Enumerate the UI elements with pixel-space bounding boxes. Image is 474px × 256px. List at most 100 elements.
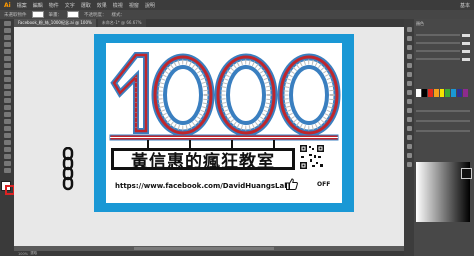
tools-panel xyxy=(0,19,15,256)
swatch-red[interactable] xyxy=(427,89,433,97)
gradient-tool-icon[interactable] xyxy=(3,119,11,124)
digit-zero-glyph-2 xyxy=(214,53,278,137)
color-panel-icon[interactable] xyxy=(406,27,412,32)
chain-link-icon xyxy=(62,147,74,191)
menu-effect[interactable]: 效果 xyxy=(97,2,107,9)
line-tool-icon[interactable] xyxy=(3,56,11,61)
thumbs-up-icon xyxy=(286,178,298,190)
stroke-swatch[interactable] xyxy=(67,11,79,18)
swatch-green[interactable] xyxy=(445,89,451,97)
menu-file[interactable]: 檔案 xyxy=(17,2,27,9)
type-tool-icon[interactable] xyxy=(3,49,11,54)
swatch-indigo[interactable] xyxy=(457,89,463,97)
graphic-styles-panel-icon[interactable] xyxy=(406,99,412,104)
blend-tool-icon[interactable] xyxy=(3,133,11,138)
canvas-area[interactable]: 黃信惠的瘋狂教室 https://www.facebook.com/DavidH… xyxy=(14,27,404,251)
panel-option-row-2[interactable] xyxy=(416,119,470,123)
menu-window[interactable]: 視窗 xyxy=(129,2,139,9)
menu-type[interactable]: 文字 xyxy=(65,2,75,9)
rotate-tool-icon[interactable] xyxy=(3,84,11,89)
zoom-tool-icon[interactable] xyxy=(3,168,11,173)
gradient-stop-black[interactable] xyxy=(461,168,472,179)
symbols-panel-icon[interactable] xyxy=(406,54,412,59)
artboard[interactable]: 黃信惠的瘋狂教室 https://www.facebook.com/DavidH… xyxy=(94,34,354,212)
menu-select[interactable]: 選取 xyxy=(81,2,91,9)
selection-tool-icon[interactable] xyxy=(3,21,11,26)
off-label: OFF xyxy=(317,181,331,188)
swatch-purple[interactable] xyxy=(463,89,469,97)
menu-help[interactable]: 說明 xyxy=(145,2,155,9)
big-number-artwork xyxy=(109,52,341,148)
transform-panel-icon[interactable] xyxy=(406,126,412,131)
scale-tool-icon[interactable] xyxy=(3,91,11,96)
right-panel-dock: 顏色 xyxy=(404,19,474,256)
scrollbar-thumb[interactable] xyxy=(134,247,274,250)
direct-selection-tool-icon[interactable] xyxy=(3,28,11,33)
paragraph-panel-icon[interactable] xyxy=(406,162,412,167)
color-panel-header: 顏色 xyxy=(416,21,424,26)
graph-tool-icon[interactable] xyxy=(3,147,11,152)
swatch-row xyxy=(416,89,469,99)
artboard-tool-icon[interactable] xyxy=(3,154,11,159)
menu-object[interactable]: 物件 xyxy=(49,2,59,9)
symbol-sprayer-tool-icon[interactable] xyxy=(3,140,11,145)
panel-icon-strip xyxy=(404,19,414,256)
panel-option-row-3[interactable] xyxy=(416,129,470,133)
digit-zero-glyph-3 xyxy=(277,53,341,137)
tab-document-1[interactable]: Facebook_粉_絲_1000紀念.ai @ 100% xyxy=(14,19,96,27)
fill-stroke-control[interactable] xyxy=(1,181,15,195)
opacity-label: 不透明度： xyxy=(84,12,107,18)
facebook-url: https://www.facebook.com/DavidHuangsLab xyxy=(115,182,290,190)
panel-option-row-1[interactable] xyxy=(416,109,470,113)
swatch-black[interactable] xyxy=(421,89,427,97)
paintbrush-tool-icon[interactable] xyxy=(3,70,11,75)
character-panel-icon[interactable] xyxy=(406,153,412,158)
hand-tool-icon[interactable] xyxy=(3,161,11,166)
menu-bar: Ai 檔案 編輯 物件 文字 選取 效果 檢視 視窗 說明 基本 xyxy=(0,0,474,10)
eyedropper-tool-icon[interactable] xyxy=(3,126,11,131)
workspace-switcher[interactable]: 基本 xyxy=(460,2,470,9)
width-tool-icon[interactable] xyxy=(3,98,11,103)
title-box: 黃信惠的瘋狂教室 xyxy=(111,148,295,172)
align-panel-icon[interactable] xyxy=(406,135,412,140)
fill-swatch[interactable] xyxy=(31,11,44,18)
magic-wand-tool-icon[interactable] xyxy=(3,35,11,40)
swatch-orange[interactable] xyxy=(433,89,439,97)
tab-document-2[interactable]: 未命名-1* @ 66.67% xyxy=(97,19,146,27)
free-transform-tool-icon[interactable] xyxy=(3,105,11,110)
pencil-tool-icon[interactable] xyxy=(3,77,11,82)
color-slider-k[interactable] xyxy=(416,57,470,61)
digit-zero-glyph-1 xyxy=(151,53,215,137)
stroke-panel-icon[interactable] xyxy=(406,63,412,68)
color-slider-c[interactable] xyxy=(416,33,470,37)
menu-edit[interactable]: 編輯 xyxy=(33,2,43,9)
color-slider-m[interactable] xyxy=(416,41,470,45)
artwork-card: 黃信惠的瘋狂教室 https://www.facebook.com/DavidH… xyxy=(106,43,342,203)
pen-tool-icon[interactable] xyxy=(3,42,11,47)
document-tabs: Facebook_粉_絲_1000紀念.ai @ 100% 未命名-1* @ 6… xyxy=(14,19,404,27)
swatch-yellow[interactable] xyxy=(439,89,445,97)
brushes-panel-icon[interactable] xyxy=(406,45,412,50)
shape-builder-tool-icon[interactable] xyxy=(3,112,11,117)
selection-status: 未選取物件 xyxy=(4,12,27,18)
zoom-level[interactable]: 100% xyxy=(18,252,28,256)
menu-view[interactable]: 檢視 xyxy=(113,2,123,9)
title-text: 黃信惠的瘋狂教室 xyxy=(131,151,275,172)
rectangle-tool-icon[interactable] xyxy=(3,63,11,68)
swatch-blue[interactable] xyxy=(451,89,457,97)
status-bar: 100% 選取 xyxy=(14,251,404,256)
style-label: 樣式： xyxy=(111,12,126,18)
qr-code-icon xyxy=(299,144,325,170)
app-logo: Ai xyxy=(4,1,11,9)
transparency-panel-icon[interactable] xyxy=(406,81,412,86)
swatch-white[interactable] xyxy=(416,89,421,97)
color-slider-y[interactable] xyxy=(416,49,470,53)
appearance-panel-icon[interactable] xyxy=(406,90,412,95)
pathfinder-panel-icon[interactable] xyxy=(406,144,412,149)
swatches-panel-icon[interactable] xyxy=(406,36,412,41)
gradient-panel-icon[interactable] xyxy=(406,72,412,77)
stroke-label: 筆畫： xyxy=(48,12,63,18)
digit-one-glyph xyxy=(110,52,149,134)
layers-panel-icon[interactable] xyxy=(406,108,412,113)
artboards-panel-icon[interactable] xyxy=(406,117,412,122)
